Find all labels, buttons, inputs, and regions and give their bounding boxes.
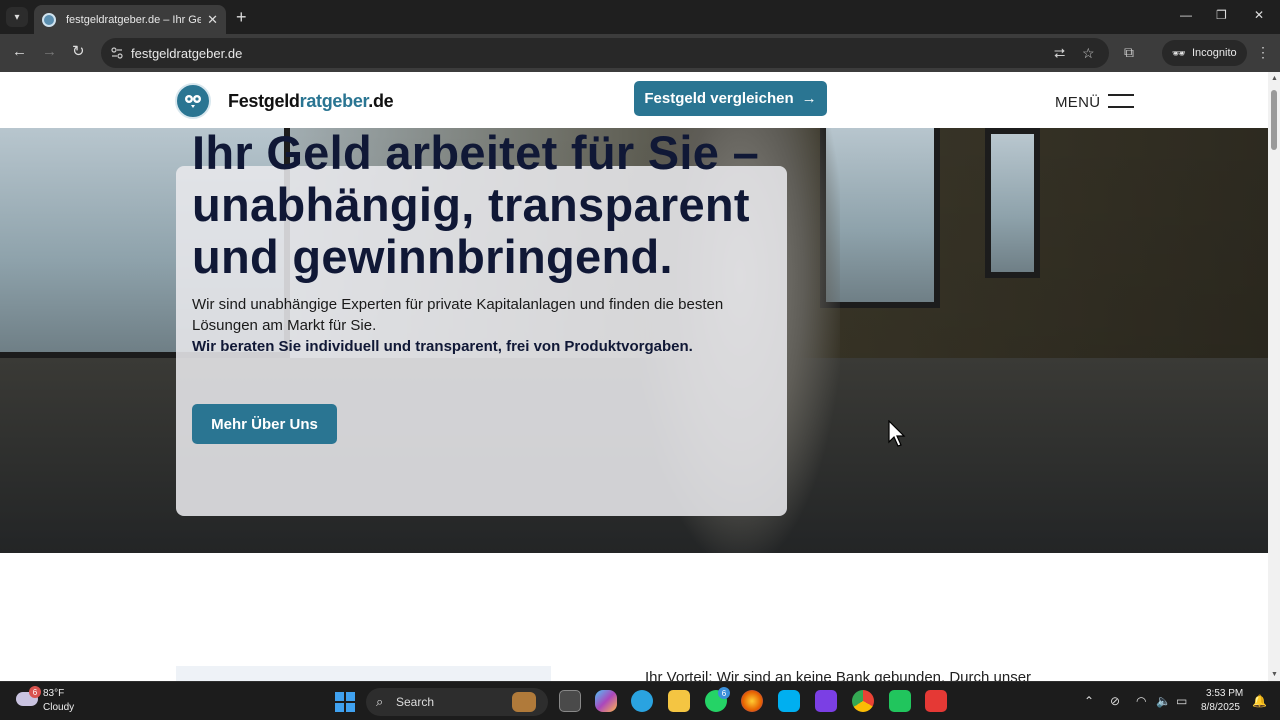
browser-tab[interactable]: festgeldratgeber.de – Ihr Geld a ✕ [34, 5, 226, 34]
weather-badge: 6 [29, 686, 41, 698]
about-us-button[interactable]: Mehr Über Uns [192, 404, 337, 444]
site-favicon-icon [42, 12, 56, 27]
restore-icon[interactable]: ❐ [1216, 8, 1227, 22]
app-green-icon[interactable] [889, 690, 911, 712]
back-arrow-icon[interactable]: ← [12, 44, 27, 60]
advantage-text: Ihr Vorteil: Wir sind an keine Bank gebu… [645, 669, 1032, 681]
menu-label[interactable]: MENÜ [1055, 94, 1100, 111]
weather-desc[interactable]: Cloudy [43, 702, 74, 713]
wifi-icon[interactable]: ◠ [1136, 694, 1146, 708]
more-menu-icon[interactable]: ⋮ [1256, 44, 1270, 61]
logo-tld: .de [368, 91, 394, 111]
clock-time[interactable]: 3:53 PM [1206, 688, 1243, 699]
logo-accent: ratgeber [299, 91, 369, 111]
mouse-cursor-icon [888, 420, 906, 447]
url-text[interactable]: festgeldratgeber.de [131, 46, 242, 61]
task-view-icon[interactable] [559, 690, 581, 712]
address-bar[interactable]: festgeldratgeber.de ⮂ ☆ [101, 38, 1109, 68]
page-scrollbar[interactable]: ▲ ▼ [1268, 72, 1280, 681]
telegram-icon[interactable] [631, 690, 653, 712]
close-window-icon[interactable]: ✕ [1254, 8, 1264, 22]
scroll-up-icon[interactable]: ▲ [1271, 75, 1278, 82]
hero-subtitle-bold: Wir beraten Sie individuell und transpar… [192, 338, 693, 355]
site-header: Festgeldratgeber.de Festgeld vergleichen… [0, 72, 1268, 128]
forward-arrow-icon[interactable]: → [42, 44, 57, 60]
incognito-label: Incognito [1191, 47, 1237, 59]
browser-toolbar: ← → ↻ festgeldratgeber.de ⮂ ☆ ⧉ 🕶 Incogn… [0, 34, 1280, 72]
notification-icon[interactable]: 🔔 [1252, 694, 1267, 708]
battery-icon[interactable]: ▭ [1176, 694, 1187, 708]
incognito-icon: 🕶 [1172, 47, 1186, 60]
volume-icon[interactable]: 🔈 [1156, 694, 1171, 708]
content-box [176, 666, 551, 681]
scroll-thumb[interactable] [1271, 90, 1277, 150]
owl-logo-icon[interactable] [175, 83, 211, 119]
tab-title: festgeldratgeber.de – Ihr Geld a [66, 13, 202, 26]
hero-subtitle: Wir sind unabhängige Experten für privat… [192, 296, 724, 334]
bookmark-star-icon[interactable]: ☆ [1082, 45, 1095, 62]
app-red-icon[interactable] [925, 690, 947, 712]
minimize-icon[interactable]: — [1180, 8, 1192, 22]
web-page: Festgeldratgeber.de Festgeld vergleichen… [0, 72, 1268, 681]
search-label: Search [396, 695, 435, 709]
taskbar: 6 83°F Cloudy ⌕ Search 6 ⌃ ⊘ ◠ 🔈 ▭ 3:53 … [0, 681, 1280, 720]
hamburger-menu-icon[interactable] [1108, 94, 1134, 108]
translate-icon[interactable]: ⮂ [1054, 45, 1065, 62]
site-logo[interactable]: Festgeldratgeber.de [228, 91, 394, 112]
firefox-icon[interactable] [741, 690, 763, 712]
network-off-icon[interactable]: ⊘ [1110, 694, 1120, 708]
taskbar-search[interactable]: ⌕ Search [366, 688, 548, 716]
windows-start-icon[interactable] [335, 692, 355, 712]
tab-search-chevron-icon[interactable]: ▾ [6, 7, 28, 27]
site-info-icon[interactable] [111, 47, 123, 59]
extensions-icon[interactable]: ⧉ [1124, 44, 1134, 61]
whatsapp-badge: 6 [718, 687, 730, 699]
arrow-right-icon: → [801, 90, 817, 107]
incognito-indicator[interactable]: 🕶 Incognito [1162, 40, 1247, 66]
browser-tab-bar: ▾ festgeldratgeber.de – Ihr Geld a ✕ + —… [0, 0, 1280, 34]
chevron-up-icon[interactable]: ⌃ [1084, 694, 1094, 708]
copilot-icon[interactable] [595, 690, 617, 712]
hero-title: Ihr Geld arbeitet für Sie – unabhängig, … [192, 126, 760, 283]
compare-festgeld-button[interactable]: Festgeld vergleichen → [634, 81, 827, 116]
cta-label: Festgeld vergleichen [644, 90, 794, 107]
weather-temp[interactable]: 83°F [43, 688, 64, 699]
scroll-down-icon[interactable]: ▼ [1271, 671, 1278, 678]
chrome-icon[interactable] [852, 690, 874, 712]
new-tab-plus-icon[interactable]: + [236, 7, 247, 27]
logo-main: Festgeld [228, 91, 300, 111]
search-icon: ⌕ [376, 694, 384, 709]
hero-window-far [985, 128, 1040, 278]
file-explorer-icon[interactable] [668, 690, 690, 712]
search-highlight-icon [512, 692, 536, 712]
close-tab-icon[interactable]: ✕ [207, 12, 218, 28]
reload-icon[interactable]: ↻ [72, 44, 85, 60]
app-purple-icon[interactable] [815, 690, 837, 712]
skype-icon[interactable] [778, 690, 800, 712]
clock-date[interactable]: 8/8/2025 [1201, 702, 1240, 713]
